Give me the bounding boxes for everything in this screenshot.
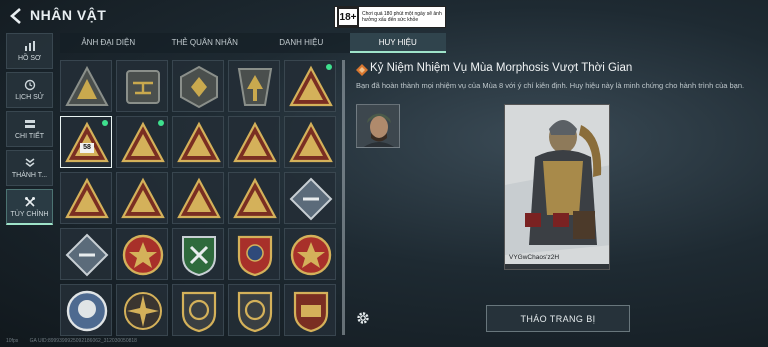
bar-chart-icon (24, 41, 35, 51)
badge-slot[interactable] (116, 284, 168, 336)
badge-slot[interactable] (228, 228, 280, 280)
uid-readout: GA UID:8999399925092186062_312030050818 (29, 338, 137, 344)
operator-card-player-name: VYGwChaos'z2H (509, 254, 560, 261)
operator-card-bar (505, 264, 609, 269)
badge-emblem-icon (293, 291, 329, 333)
top-bar: NHÂN VẬT 18+ Chơi quá 180 phút một ngày … (0, 0, 768, 32)
sidebar-item-label: LỊCH SỬ (15, 94, 44, 101)
sidebar-item-achievements[interactable]: THÀNH T... (6, 150, 53, 186)
sidebar-item-label: HỒ SƠ (17, 55, 42, 62)
badge-emblem-icon (237, 235, 273, 277)
badge-slot[interactable] (116, 172, 168, 224)
badge-emblem-icon (289, 65, 333, 107)
badge-emblem-icon (177, 177, 221, 219)
badge-emblem-icon (177, 121, 221, 163)
new-item-dot (326, 64, 332, 70)
badge-slot[interactable] (60, 284, 112, 336)
tab-avatar[interactable]: ẢNH ĐẠI DIỆN (60, 33, 157, 53)
sidebar-item-label: THÀNH T... (11, 172, 48, 179)
sidebar: HỒ SƠ LỊCH SỬ CHI TIẾT THÀNH T... TÙY CH… (6, 33, 54, 228)
category-tabs: ẢNH ĐẠI DIỆN THẺ QUÂN NHÂN DANH HIỆU HUY… (60, 33, 446, 53)
badge-slot[interactable] (172, 60, 224, 112)
badge-slot[interactable] (172, 284, 224, 336)
sidebar-item-history[interactable]: LỊCH SỬ (6, 72, 53, 108)
badge-number: 58 (80, 143, 94, 153)
badge-title: Kỷ Niệm Nhiệm Vụ Mùa Morphosis Vượt Thời… (370, 62, 633, 74)
badge-emblem-icon (180, 65, 218, 109)
badge-emblem-icon (181, 291, 217, 333)
operator-card: VYGwChaos'z2H (504, 104, 610, 270)
badge-slot[interactable] (284, 60, 336, 112)
badge-slot[interactable] (228, 172, 280, 224)
sidebar-item-label: CHI TIẾT (14, 133, 45, 140)
badge-slot[interactable] (116, 60, 168, 112)
badge-type-icon (356, 64, 368, 76)
badge-emblem-icon (65, 177, 109, 219)
badge-emblem-icon (182, 236, 216, 277)
sidebar-item-customize[interactable]: TÙY CHỈNH (6, 189, 53, 225)
badge-emblem-icon (233, 121, 277, 163)
badge-slot[interactable] (172, 228, 224, 280)
page-title: NHÂN VẬT (30, 7, 107, 23)
sidebar-item-label: TÙY CHỈNH (10, 210, 49, 218)
badge-slot[interactable] (228, 284, 280, 336)
badge-emblem-icon (65, 233, 109, 277)
badge-emblem-icon (237, 291, 273, 333)
achievement-icon (25, 158, 34, 167)
badge-emblem-icon (66, 290, 108, 332)
badge-slot[interactable] (284, 116, 336, 168)
soldier-portrait-image (357, 105, 399, 147)
badge-slot[interactable] (116, 116, 168, 168)
badge-slot[interactable]: 58 (60, 116, 112, 168)
badge-slot[interactable] (116, 228, 168, 280)
sidebar-item-profile[interactable]: HỒ SƠ (6, 33, 53, 69)
badge-slot[interactable] (284, 284, 336, 336)
player-avatar (356, 104, 400, 148)
badge-emblem-icon (237, 68, 273, 106)
badge-emblem-icon (121, 177, 165, 219)
badge-slot[interactable] (228, 116, 280, 168)
tab-calling-card[interactable]: THẺ QUÂN NHÂN (157, 33, 254, 53)
age-rating-notice: 18+ Chơi quá 180 phút một ngày sẽ ảnh hư… (334, 6, 446, 28)
customize-icon (24, 196, 35, 207)
badge-emblem-icon (289, 121, 333, 163)
badge-slot[interactable] (284, 228, 336, 280)
tab-titles[interactable]: DANH HIỆU (253, 33, 350, 53)
badge-grid-scrollbar[interactable] (342, 60, 345, 335)
badge-emblem-icon (124, 292, 162, 330)
history-icon (24, 79, 35, 91)
new-item-dot (102, 120, 108, 126)
badge-emblem-icon (122, 234, 164, 276)
badge-emblem-icon (121, 121, 165, 163)
tab-badges[interactable]: HUY HIỆU (349, 33, 446, 53)
new-item-dot (158, 120, 164, 126)
operator-skin-image (505, 105, 609, 269)
badge-emblem-icon (289, 177, 333, 221)
age-rating-text: Chơi quá 180 phút một ngày sẽ ảnh hưởng … (362, 11, 442, 23)
age-rating-badge: 18+ (337, 7, 359, 27)
back-arrow-icon[interactable] (8, 7, 24, 25)
badge-grid: 58 (60, 60, 336, 347)
badge-description: Bạn đã hoàn thành mọi nhiệm vụ của Mùa 8… (356, 81, 745, 90)
badge-slot[interactable] (60, 172, 112, 224)
footer-status: 10fps GA UID:8999399925092186062_3120300… (6, 338, 147, 344)
badge-slot[interactable] (172, 116, 224, 168)
badge-slot[interactable] (284, 172, 336, 224)
unequip-button[interactable]: THÁO TRANG BỊ (486, 305, 630, 332)
badge-emblem-icon (65, 65, 109, 106)
badge-slot[interactable] (60, 228, 112, 280)
badge-emblem-icon (233, 177, 277, 219)
sidebar-item-details[interactable]: CHI TIẾT (6, 111, 53, 147)
badge-slot[interactable] (172, 172, 224, 224)
badge-slot[interactable] (60, 60, 112, 112)
gear-icon[interactable] (356, 311, 370, 325)
badge-emblem-icon (290, 234, 332, 276)
fps-readout: 10fps (6, 338, 19, 344)
badge-slot[interactable] (228, 60, 280, 112)
detail-icon (24, 120, 35, 128)
badge-emblem-icon (126, 70, 160, 104)
